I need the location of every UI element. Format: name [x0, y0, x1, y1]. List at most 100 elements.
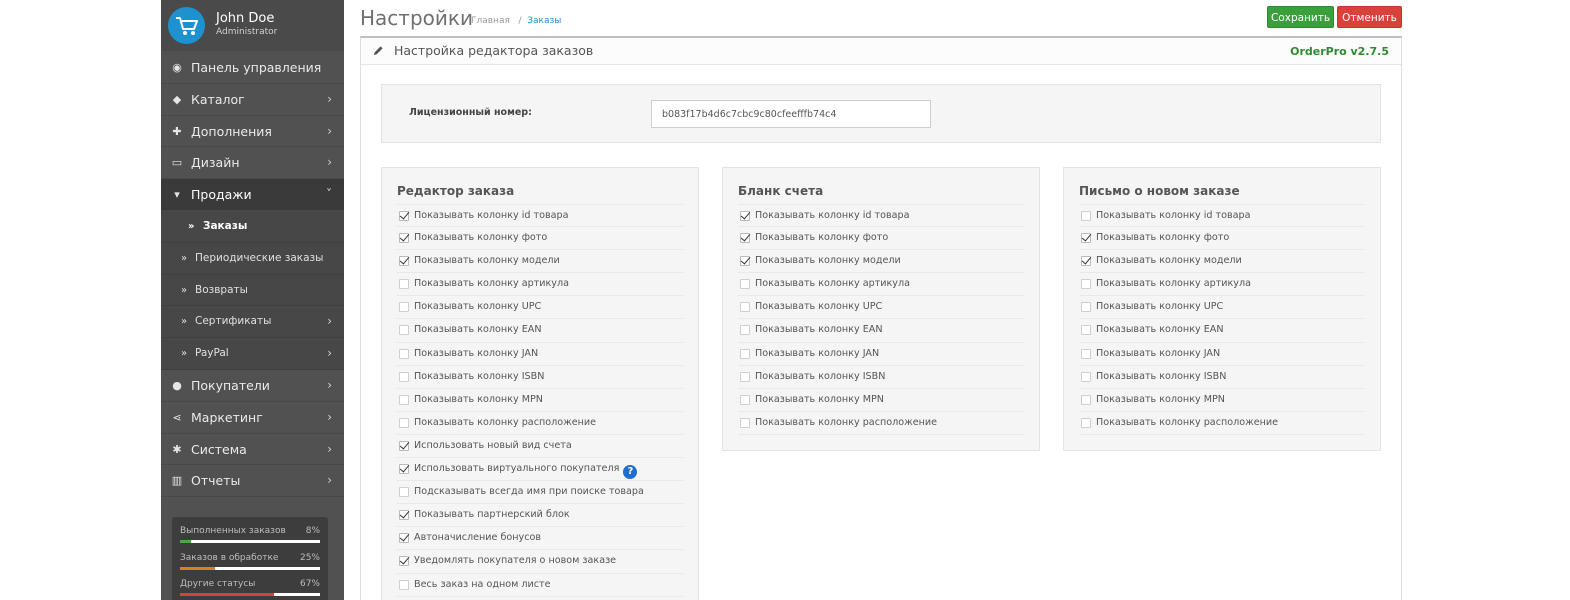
option-label[interactable]: Показывать колонку фото [1096, 232, 1229, 243]
option-checkbox[interactable] [399, 579, 409, 590]
option-label[interactable]: Показывать колонку id товара [414, 210, 568, 221]
option-label[interactable]: Показывать колонку ISBN [755, 371, 885, 382]
option-row: Показывать колонку артикула [397, 273, 683, 297]
option-row: Показывать колонку расположение [397, 412, 683, 435]
sidebar-item-marketing[interactable]: ⋖ Маркетинг › [161, 402, 344, 434]
option-label[interactable]: Показывать колонку MPN [1096, 394, 1225, 405]
option-checkbox[interactable] [399, 348, 409, 359]
option-checkbox[interactable] [1081, 371, 1091, 382]
option-label[interactable]: Показывать колонку расположение [414, 417, 596, 428]
sidebar-subitem-returns[interactable]: » Возвраты [161, 274, 344, 307]
option-label-text: Показывать колонку артикула [755, 278, 910, 290]
cancel-button[interactable]: Отменить [1337, 6, 1402, 28]
option-checkbox[interactable] [740, 394, 750, 405]
option-checkbox[interactable] [740, 279, 750, 290]
sidebar-item-customers[interactable]: ● Покупатели › [161, 370, 344, 402]
option-label[interactable]: Показывать колонку id товара [755, 210, 909, 221]
option-label[interactable]: Показывать колонку ISBN [1096, 371, 1226, 382]
sidebar-subitem-paypal[interactable]: » PayPal › [161, 338, 344, 370]
option-label[interactable]: Показывать партнерский блок [414, 509, 570, 520]
option-label[interactable]: Показывать колонку EAN [1096, 324, 1224, 335]
sidebar-subitem-vouchers[interactable]: » Сертификаты › [161, 306, 344, 339]
option-checkbox[interactable] [740, 256, 750, 267]
option-checkbox[interactable] [740, 233, 750, 244]
option-row: Показывать колонку UPC [738, 296, 1024, 320]
option-checkbox[interactable] [1081, 325, 1091, 336]
option-label[interactable]: Показывать колонку JAN [755, 348, 879, 359]
sidebar-item-system[interactable]: ✱ Система › [161, 434, 344, 466]
option-checkbox[interactable] [399, 256, 409, 267]
sidebar-item-sales[interactable]: ▾ Продажи ˅ [161, 179, 344, 211]
option-checkbox[interactable] [399, 510, 409, 521]
option-checkbox[interactable] [399, 417, 409, 428]
option-checkbox[interactable] [399, 394, 409, 405]
option-checkbox[interactable] [399, 325, 409, 336]
option-label[interactable]: Использовать виртуального покупателя? [414, 463, 638, 480]
option-label[interactable]: Показывать колонку модели [755, 255, 901, 266]
option-checkbox[interactable] [1081, 302, 1091, 313]
option-checkbox[interactable] [1081, 394, 1091, 405]
option-label[interactable]: Показывать колонку MPN [755, 394, 884, 405]
option-checkbox[interactable] [740, 371, 750, 382]
breadcrumb-orders[interactable]: Заказы [527, 16, 561, 26]
option-label[interactable]: Весь заказ на одном листе [414, 579, 551, 590]
option-label[interactable]: Подсказывать всегда имя при поиске товар… [414, 486, 644, 497]
option-label[interactable]: Использовать новый вид счета [414, 440, 572, 451]
option-checkbox[interactable] [399, 302, 409, 313]
sidebar-item-catalog[interactable]: ◆ Каталог › [161, 84, 344, 116]
option-label[interactable]: Показывать колонку id товара [1096, 210, 1250, 221]
option-checkbox[interactable] [1081, 233, 1091, 244]
option-label[interactable]: Показывать колонку JAN [1096, 348, 1220, 359]
option-label[interactable]: Показывать колонку фото [414, 232, 547, 243]
option-checkbox[interactable] [399, 533, 409, 544]
option-checkbox[interactable] [1081, 279, 1091, 290]
option-checkbox[interactable] [399, 556, 409, 567]
option-checkbox[interactable] [399, 440, 409, 451]
option-label[interactable]: Показывать колонку UPC [755, 301, 882, 312]
option-label[interactable]: Показывать колонку модели [414, 255, 560, 266]
option-label[interactable]: Показывать колонку расположение [755, 417, 937, 428]
sidebar-item-design[interactable]: ▭ Дизайн › [161, 147, 344, 180]
help-icon[interactable]: ? [623, 465, 638, 480]
license-input[interactable] [651, 100, 931, 128]
sidebar-subitem-recurring[interactable]: » Периодические заказы [161, 242, 344, 275]
option-checkbox[interactable] [1081, 256, 1091, 267]
option-checkbox[interactable] [740, 348, 750, 359]
option-checkbox[interactable] [1081, 211, 1091, 221]
option-label[interactable]: Показывать колонку расположение [1096, 417, 1278, 428]
option-checkbox[interactable] [1081, 348, 1091, 359]
option-label[interactable]: Показывать колонку артикула [414, 278, 569, 289]
option-label[interactable]: Показывать колонку EAN [414, 324, 542, 335]
option-label[interactable]: Уведомлять покупателя о новом заказе [414, 555, 616, 566]
option-checkbox[interactable] [740, 325, 750, 336]
option-checkbox[interactable] [1081, 417, 1091, 428]
sidebar-item-extensions[interactable]: ✚ Дополнения › [161, 116, 344, 148]
option-checkbox[interactable] [740, 417, 750, 428]
option-label[interactable]: Показывать колонку JAN [414, 348, 538, 359]
sidebar-item-dashboard[interactable]: ◉ Панель управления [161, 52, 344, 84]
option-checkbox[interactable] [399, 487, 409, 498]
option-label[interactable]: Показывать колонку ISBN [414, 371, 544, 382]
option-checkbox[interactable] [399, 371, 409, 382]
option-checkbox[interactable] [399, 464, 409, 475]
option-checkbox[interactable] [740, 211, 750, 221]
option-label[interactable]: Автоначисление бонусов [414, 532, 541, 543]
user-profile[interactable]: John Doe Administrator [161, 0, 344, 51]
option-checkbox[interactable] [399, 211, 409, 221]
sidebar-item-reports[interactable]: ▥ Отчеты › [161, 465, 344, 498]
sidebar-subitem-orders[interactable]: » Заказы [161, 210, 344, 243]
option-label-text: Показывать колонку id товара [414, 210, 569, 221]
option-checkbox[interactable] [740, 302, 750, 313]
option-label[interactable]: Показывать колонку UPC [1096, 301, 1223, 312]
option-checkbox[interactable] [399, 233, 409, 244]
option-label[interactable]: Показывать колонку MPN [414, 394, 543, 405]
option-label[interactable]: Показывать колонку модели [1096, 255, 1242, 266]
breadcrumb-home[interactable]: Главная [471, 16, 510, 26]
option-label[interactable]: Показывать колонку артикула [1096, 278, 1251, 289]
save-button[interactable]: Сохранить [1267, 6, 1334, 28]
option-label[interactable]: Показывать колонку артикула [755, 278, 910, 289]
option-label[interactable]: Показывать колонку EAN [755, 324, 883, 335]
option-checkbox[interactable] [399, 279, 409, 290]
option-label[interactable]: Показывать колонку фото [755, 232, 888, 243]
option-label[interactable]: Показывать колонку UPC [414, 301, 541, 312]
